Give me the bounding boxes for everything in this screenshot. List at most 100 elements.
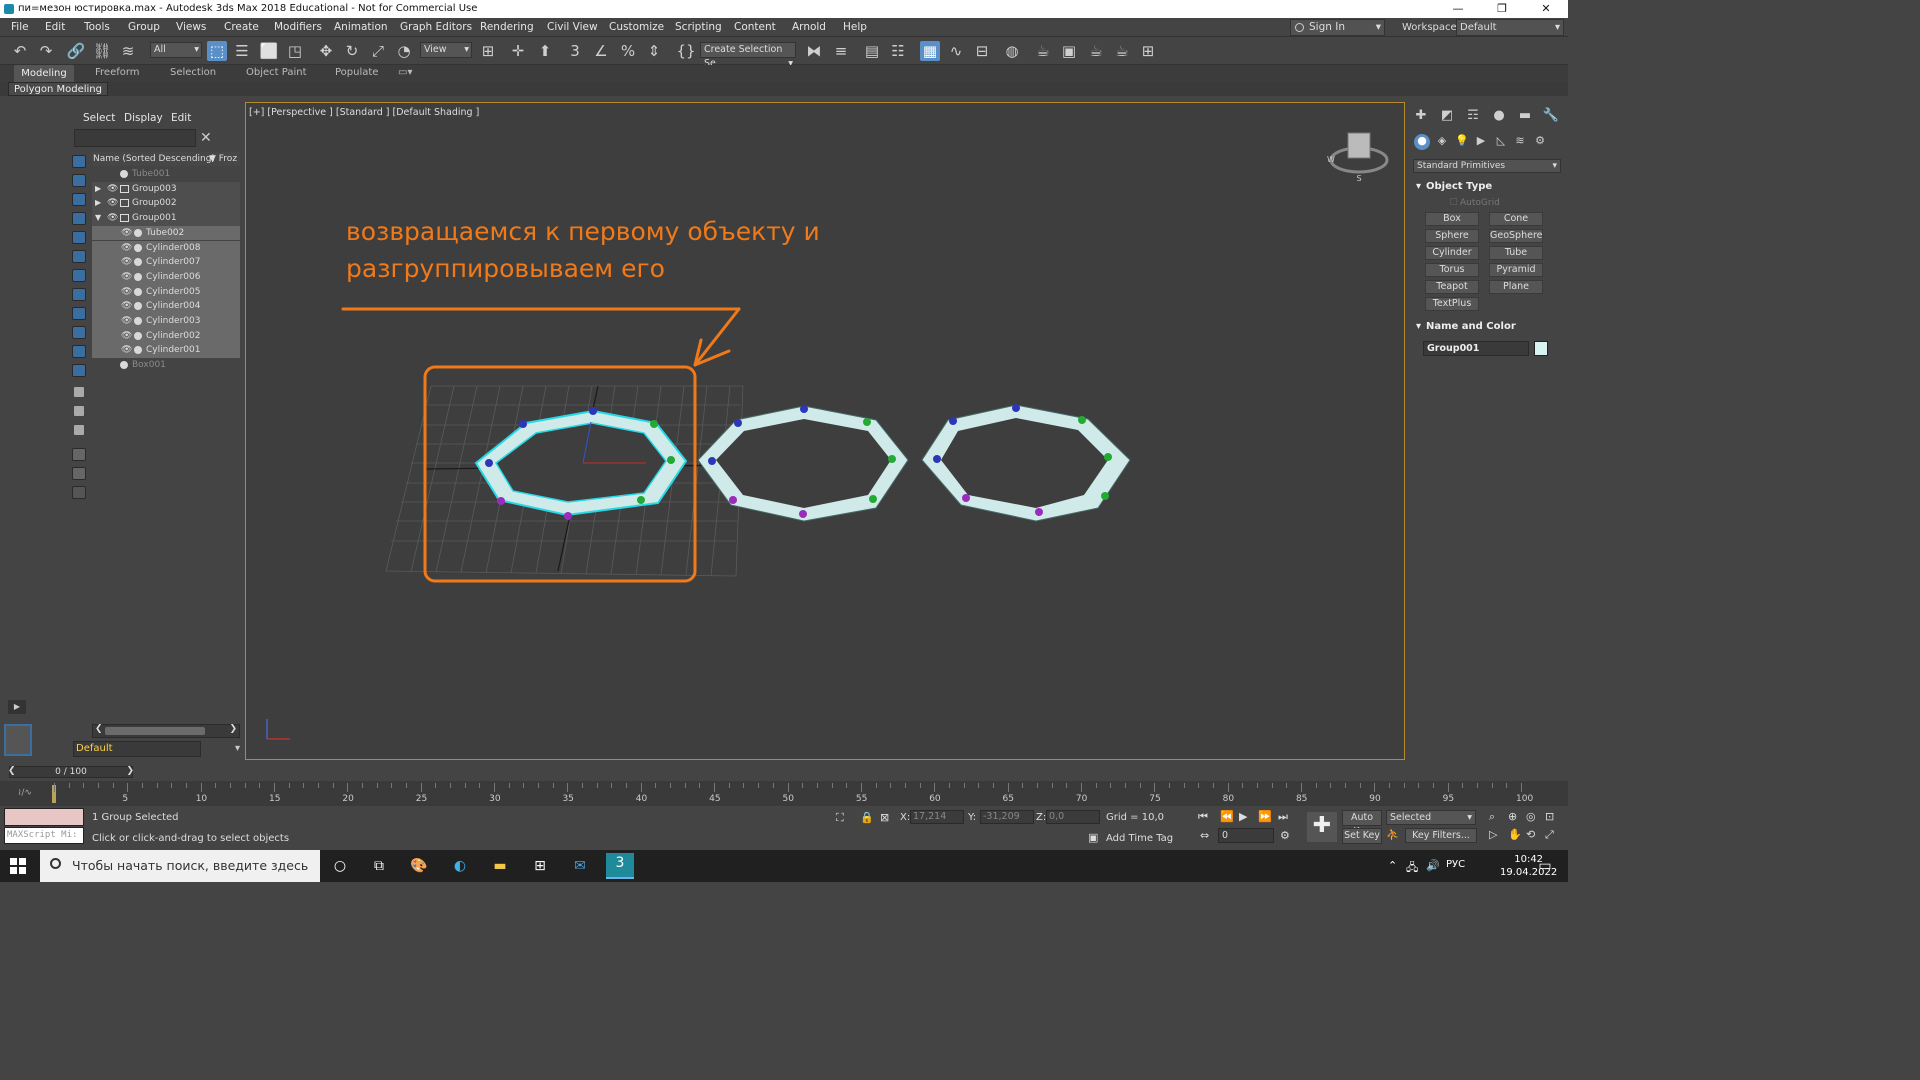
tree-row[interactable]: 👁 Cylinder005 [92,284,240,300]
select-by-name-icon[interactable]: ☰ [232,41,252,61]
isolate-selection-icon[interactable]: ⛶ [836,811,844,825]
autogrid-checkbox[interactable]: AutoGrid [1450,198,1500,208]
zoom-all-icon[interactable]: ⊕ [1508,810,1517,823]
key-filters-icon[interactable]: ⛹ [1386,828,1400,841]
tree-row[interactable]: 👁 Cylinder008 [92,240,240,256]
field-of-view-icon[interactable]: ▷ [1489,828,1497,841]
menu-animation[interactable]: Animation [334,21,388,33]
menu-file[interactable]: File [11,21,29,33]
menu-arnold[interactable]: Arnold [792,21,826,33]
track-bar[interactable]: ≀/∿ 5 10 15 20 25 30 35 40 45 50 55 60 65 70 75 80 85 90 9… [0,781,1568,806]
layer-dropdown[interactable]: Default ▾ [73,741,240,757]
collapse-arrow-icon[interactable]: ▼ [95,211,101,226]
tree-row[interactable]: 👁 Cylinder003 [92,314,240,329]
object-color-swatch[interactable] [1534,341,1548,356]
tree-row[interactable]: 👁 Cylinder004 [92,299,240,314]
time-tag-icon[interactable]: ▣ [1088,831,1098,844]
key-mode-dropdown[interactable]: Selected ▾ [1386,810,1476,825]
cortana-icon[interactable]: ○ [330,856,350,876]
hierarchy-mode-icon[interactable] [72,486,86,499]
menu-civil-view[interactable]: Civil View [547,21,598,33]
spinner-snap-icon[interactable]: ⇕ [644,41,664,61]
frame-counter[interactable]: ❮ 0 / 100 ❯ [8,766,134,778]
keyboard-shortcut-override-icon[interactable]: ⬆ [535,41,555,61]
ribbon-options-icon[interactable]: ▭▾ [398,67,412,78]
lights-category-icon[interactable]: 💡 [1454,134,1470,150]
edge-browser-icon[interactable]: ◐ [450,856,470,876]
render-production-icon[interactable]: ☕ [1086,41,1106,61]
time-configuration-icon[interactable]: ⚙ [1280,829,1290,842]
geometry-category-icon[interactable]: ● [1414,134,1430,150]
task-view-icon[interactable]: ⧉ [369,856,389,876]
goto-end-icon[interactable]: ⏭ [1278,810,1288,824]
display-bones-icon[interactable] [72,307,86,320]
teapot-button[interactable]: Teapot [1425,280,1479,294]
named-selection-dropdown[interactable]: Create Selection Se ▾ [700,42,796,69]
tree-row[interactable]: ▶ 👁 Group003 [92,181,240,197]
maximize-viewport-icon[interactable]: ⤢ [1545,828,1554,842]
notifications-icon[interactable]: ▭ [1535,856,1555,876]
expand-explorer-icon[interactable]: ▶ [8,700,26,714]
shapes-category-icon[interactable]: ◈ [1434,134,1450,150]
curve-editor-mini-icon[interactable]: ≀/∿ [18,788,32,798]
expand-arrow-icon[interactable]: ▶ [95,182,101,197]
scroll-left-icon[interactable]: ❮ [95,724,103,734]
tree-row[interactable]: Box001 [92,358,240,373]
hierarchy-tab-icon[interactable]: ☶ [1464,108,1482,126]
menu-views[interactable]: Views [176,21,206,33]
cameras-category-icon[interactable]: ▶ [1473,134,1489,150]
sphere-button[interactable]: Sphere [1425,229,1479,243]
display-tab-icon[interactable]: ▬ [1516,108,1534,126]
placement-icon[interactable]: ◔ [394,41,414,61]
display-frozen-icon[interactable] [72,345,86,358]
object-name-input[interactable]: Group001 [1423,341,1529,356]
show-hidden-icons-icon[interactable]: ⌃ [1388,859,1397,872]
visibility-eye-icon[interactable]: 👁 [121,329,132,344]
visibility-eye-icon[interactable]: 👁 [121,241,132,256]
curve-editor-icon[interactable]: ∿ [946,41,966,61]
object-type-rollout[interactable]: Object Type [1414,180,1560,194]
cylinder-button[interactable]: Cylinder [1425,246,1479,260]
redo-icon[interactable]: ↷ [36,41,56,61]
schematic-view-icon[interactable]: ⊟ [972,41,992,61]
selection-lock-icon[interactable]: 🔒 [860,811,874,824]
previous-key-icon[interactable]: ⏪ [1220,810,1234,823]
select-manipulate-icon[interactable]: ✛ [508,41,528,61]
menu-customize[interactable]: Customize [609,21,664,33]
tab-object-paint[interactable]: Object Paint [246,67,307,78]
tree-row[interactable]: ▼ 👁 Group001 [92,211,240,226]
display-groups-icon[interactable] [72,269,86,282]
key-filters-button[interactable]: Key Filters... [1405,828,1477,843]
pivot-center-icon[interactable]: ⊞ [478,41,498,61]
visibility-eye-icon[interactable]: 👁 [107,196,118,211]
torus-button[interactable]: Torus [1425,263,1479,277]
tree-row[interactable]: 👁 Cylinder002 [92,328,240,344]
menu-help[interactable]: Help [843,21,867,33]
cone-button[interactable]: Cone [1489,212,1543,226]
plane-button[interactable]: Plane [1489,280,1543,294]
workspace-dropdown[interactable]: Default ▾ [1456,19,1564,36]
geosphere-button[interactable]: GeoSphere [1489,229,1543,243]
maxscript-mini-input[interactable]: MAXScript Mi: [4,827,84,844]
selection-filter-dropdown[interactable]: All ▾ [150,42,202,58]
snaps-toggle-icon[interactable]: 3 [565,41,585,61]
restore-icon[interactable]: ❐ [1480,0,1524,18]
display-lights-icon[interactable] [72,193,86,206]
set-key-button[interactable]: Set Key [1342,828,1382,844]
filter-selected-icon[interactable] [72,467,86,480]
viewport-layout-icon[interactable] [4,724,32,756]
tree-row[interactable]: 👁 Cylinder006 [92,269,240,285]
textplus-button[interactable]: TextPlus [1425,297,1479,311]
display-children-icon[interactable] [74,425,84,435]
menu-tools[interactable]: Tools [84,21,110,33]
set-keys-button[interactable]: ✚ [1307,812,1337,842]
play-icon[interactable]: ▶ [1239,810,1247,823]
mirror-icon[interactable]: ⧓ [804,41,824,61]
menu-content[interactable]: Content [734,21,776,33]
menu-modifiers[interactable]: Modifiers [274,21,322,33]
bind-space-warp-icon[interactable]: ≋ [118,41,138,61]
helpers-category-icon[interactable]: ◺ [1493,134,1509,150]
menu-group[interactable]: Group [128,21,160,33]
visibility-eye-icon[interactable]: 👁 [121,226,132,241]
display-helpers-icon[interactable] [72,231,86,244]
